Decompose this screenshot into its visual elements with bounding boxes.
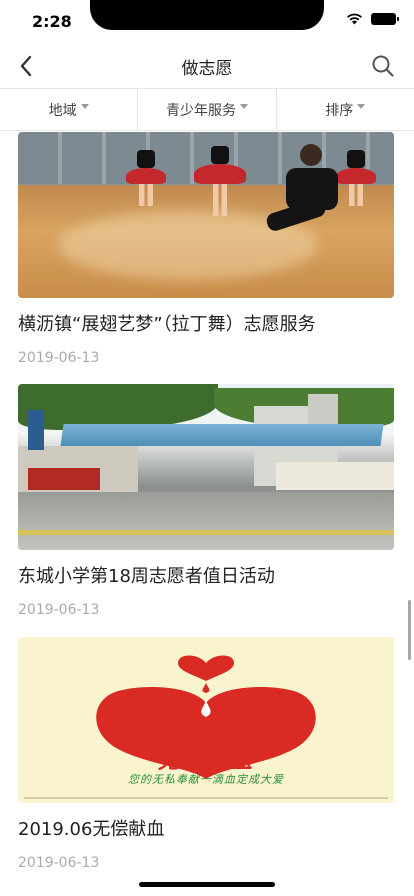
activity-date: 2019-06-13 bbox=[18, 855, 100, 871]
activity-date: 2019-06-13 bbox=[18, 602, 100, 618]
dancer-figure bbox=[126, 150, 166, 206]
activity-card[interactable]: 横沥镇“展翅艺梦”（拉丁舞）志愿服务 2019-06-13 bbox=[18, 132, 394, 366]
gate-wall bbox=[276, 462, 394, 490]
filter-category[interactable]: 青少年服务 bbox=[137, 89, 275, 130]
instructor-figure bbox=[248, 144, 338, 234]
filter-region[interactable]: 地域 bbox=[0, 89, 137, 130]
scrollbar[interactable] bbox=[408, 600, 411, 660]
nav-bar: 做志愿 bbox=[0, 44, 414, 88]
dancer-figure bbox=[194, 146, 246, 216]
activity-title: 2019.06无偿献血 bbox=[18, 819, 165, 840]
road bbox=[18, 492, 394, 550]
wifi-icon bbox=[347, 13, 362, 25]
filter-sort[interactable]: 排序 bbox=[275, 89, 414, 130]
blood-slogan: 您的无私奉献一滴血定成大爱 bbox=[128, 773, 284, 786]
device-notch bbox=[90, 0, 324, 30]
signpost bbox=[28, 410, 44, 450]
search-icon bbox=[372, 55, 394, 77]
activity-title: 东城小学第18周志愿者值日活动 bbox=[18, 566, 275, 587]
school-name-wall bbox=[28, 468, 100, 490]
building-tower bbox=[308, 394, 338, 424]
status-time: 2:28 bbox=[32, 12, 72, 31]
activity-title: 横沥镇“展翅艺梦”（拉丁舞）志愿服务 bbox=[18, 314, 316, 335]
status-bar: 2:28 bbox=[0, 0, 414, 44]
caret-down-icon bbox=[357, 104, 366, 109]
filter-label: 地域 bbox=[48, 102, 77, 119]
activity-card[interactable]: 东城小学第18周志愿者值日活动 2019-06-13 bbox=[18, 384, 394, 618]
status-icons bbox=[346, 13, 399, 25]
filter-label: 排序 bbox=[325, 102, 354, 119]
entrance-canopy bbox=[60, 424, 384, 446]
battery-icon bbox=[371, 13, 399, 25]
activity-image bbox=[18, 132, 394, 298]
filter-label: 青少年服务 bbox=[165, 102, 236, 119]
page-title: 做志愿 bbox=[181, 59, 233, 79]
activity-image bbox=[18, 384, 394, 550]
activity-image: 无偿献血 您的无私奉献一滴血定成大爱 bbox=[18, 637, 394, 803]
dancer-figure bbox=[336, 150, 376, 206]
activity-card[interactable]: 无偿献血 您的无私奉献一滴血定成大爱 2019.06无偿献血 2019-06-1… bbox=[18, 637, 394, 871]
image-footer-line bbox=[24, 797, 388, 799]
activity-date: 2019-06-13 bbox=[18, 350, 100, 366]
search-button[interactable] bbox=[366, 49, 400, 83]
road-marking bbox=[18, 530, 394, 535]
caret-down-icon bbox=[80, 104, 89, 109]
home-indicator[interactable] bbox=[139, 882, 275, 887]
filter-bar: 地域 青少年服务 排序 bbox=[0, 88, 414, 131]
caret-down-icon bbox=[239, 104, 248, 109]
